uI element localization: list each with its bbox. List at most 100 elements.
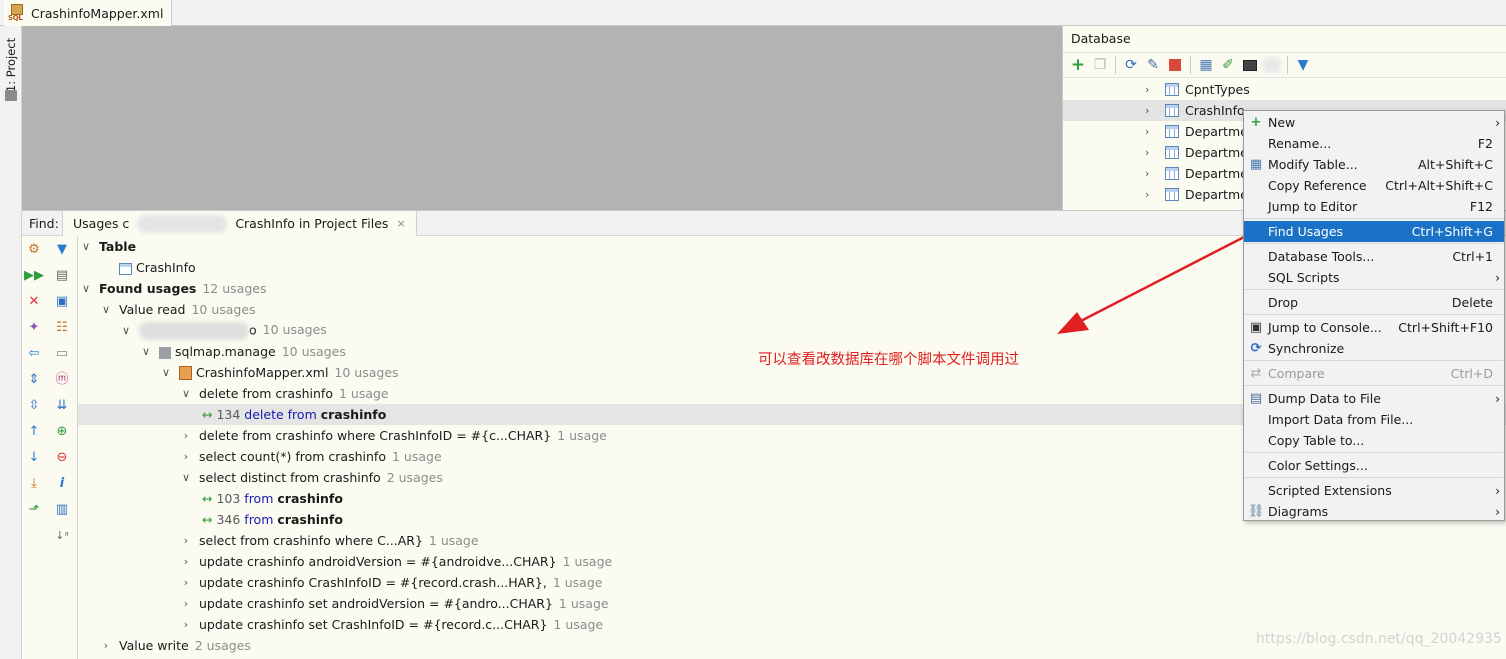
chevron-down-icon[interactable]: ∨	[80, 282, 92, 295]
menu-item-copy-table-to[interactable]: Copy Table to...	[1244, 430, 1504, 451]
menu-item-find-usages[interactable]: Find Usages Ctrl+Shift+G	[1244, 221, 1504, 242]
chevron-right-icon[interactable]: ›	[180, 618, 192, 631]
chevron-right-icon[interactable]: ›	[180, 534, 192, 547]
up-icon[interactable]: ↑	[25, 422, 43, 440]
find-usages-tab[interactable]: Usages c CrashInfo in Project Files ×	[62, 211, 417, 236]
stop-icon[interactable]	[1166, 56, 1184, 74]
expand-next-icon[interactable]: ▶▶	[24, 266, 44, 284]
chevron-right-icon[interactable]: ›	[1145, 125, 1149, 138]
structure-icon[interactable]: ☷	[53, 318, 71, 336]
file-icon[interactable]: ▭	[53, 344, 71, 362]
back-icon[interactable]: ⇦	[25, 344, 43, 362]
menu-item-label: Scripted Extensions	[1268, 483, 1392, 498]
prev-occurrence-icon[interactable]: ⊖	[53, 448, 71, 466]
sql-file-icon: SQL	[8, 4, 26, 22]
group-icon[interactable]: ▤	[53, 266, 71, 284]
tree-node-label: delete from crashinfo where CrashInfoID …	[199, 428, 607, 443]
tree-node[interactable]: › select from crashinfo where C...AR} 1 us…	[78, 530, 1506, 551]
chevron-right-icon[interactable]: ›	[1145, 83, 1149, 96]
menu-item-database-tools[interactable]: Database Tools... Ctrl+1	[1244, 246, 1504, 267]
menu-item-shortcut: Alt+Shift+C	[1417, 157, 1493, 172]
next-occurrence-icon[interactable]: ⊕	[53, 422, 71, 440]
rerun-icon[interactable]: ⚙	[25, 240, 43, 258]
tree-node-label: update crashinfo androidVersion = #{andr…	[199, 554, 612, 569]
chevron-down-icon[interactable]: ∨	[80, 240, 92, 253]
tree-node-label: select count(*) from crashinfo 1 usage	[199, 449, 442, 464]
menu-item-label: Synchronize	[1268, 341, 1345, 356]
line-number: 346	[216, 512, 245, 527]
chevron-right-icon[interactable]: ›	[180, 597, 192, 610]
tree-node[interactable]: › update crashinfo CrashInfoID = #{record…	[78, 572, 1506, 593]
chevron-right-icon[interactable]: ›	[1145, 167, 1149, 180]
tree-node[interactable]: › update crashinfo set androidVersion = #…	[78, 593, 1506, 614]
menu-item-sql-scripts[interactable]: SQL Scripts ›	[1244, 267, 1504, 288]
menu-item-import-data-from-file[interactable]: Import Data from File...	[1244, 409, 1504, 430]
database-table-row[interactable]: › CpntTypes	[1063, 79, 1506, 100]
usage-count: 10 usages	[191, 302, 256, 317]
chevron-right-icon[interactable]: ›	[180, 576, 192, 589]
menu-item-label: Copy Reference	[1268, 178, 1367, 193]
export-icon[interactable]: ⤓	[25, 474, 43, 492]
pin-icon[interactable]: ✦	[25, 318, 43, 336]
chevron-right-icon[interactable]: ›	[180, 450, 192, 463]
menu-item-copy-reference[interactable]: Copy Reference Ctrl+Alt+Shift+C	[1244, 175, 1504, 196]
tree-node-label: update crashinfo CrashInfoID = #{record.…	[199, 575, 602, 590]
chevron-right-icon[interactable]: ›	[1145, 104, 1149, 117]
menu-item-jump-to-editor[interactable]: Jump to Editor F12	[1244, 196, 1504, 217]
node-text: Value write	[119, 638, 189, 653]
menu-item-rename[interactable]: Rename... F2	[1244, 133, 1504, 154]
editor-tab-crashinfomapper[interactable]: SQL CrashinfoMapper.xml	[4, 0, 173, 26]
menu-item-color-settings[interactable]: Color Settings...	[1244, 455, 1504, 476]
import-icon[interactable]: ⇊	[53, 396, 71, 414]
chevron-down-icon[interactable]: ∨	[160, 366, 172, 379]
menu-item-jump-to-console[interactable]: ▣ Jump to Console... Ctrl+Shift+F10	[1244, 317, 1504, 338]
console-icon[interactable]	[1241, 56, 1259, 74]
add-icon[interactable]: +	[1069, 56, 1087, 74]
chevron-right-icon[interactable]: ›	[1145, 146, 1149, 159]
menu-item-synchronize[interactable]: ⟳ Synchronize	[1244, 338, 1504, 359]
menu-item-dump-data-to-file[interactable]: ▤ Dump Data to File ›	[1244, 388, 1504, 409]
info-icon[interactable]: i	[53, 474, 71, 492]
tree-node-label: update crashinfo set androidVersion = #{…	[199, 596, 609, 611]
usage-count: 1 usage	[558, 596, 609, 611]
chevron-down-icon[interactable]: ∨	[180, 387, 192, 400]
method-icon[interactable]: ⓜ	[53, 370, 71, 388]
filter-icon[interactable]: ▼	[1294, 56, 1312, 74]
close-icon[interactable]: ×	[396, 217, 405, 230]
chevron-down-icon[interactable]: ∨	[140, 345, 152, 358]
tree-node-label: Value write 2 usages	[119, 638, 251, 653]
chevron-right-icon[interactable]: ›	[1145, 188, 1149, 201]
expand-all-icon[interactable]: ⇕	[25, 370, 43, 388]
chevron-right-icon[interactable]: ›	[180, 555, 192, 568]
menu-item-drop[interactable]: Drop Delete	[1244, 292, 1504, 313]
collapse-all-icon[interactable]: ⇳	[25, 396, 43, 414]
chevron-down-icon[interactable]: ∨	[100, 303, 112, 316]
menu-item-diagrams[interactable]: ⛓ Diagrams ›	[1244, 501, 1504, 522]
filter-icon[interactable]: ▼	[53, 240, 71, 258]
copy-icon[interactable]: ❐	[1091, 56, 1109, 74]
database-toolbar: + ❐ ⟳ ✎ ▦ ✐ ▼	[1063, 52, 1506, 78]
chevron-right-icon[interactable]: ›	[100, 639, 112, 652]
tree-node-label: sqlmap.manage 10 usages	[159, 344, 346, 359]
chevron-right-icon[interactable]: ›	[180, 429, 192, 442]
table-icon[interactable]: ▦	[1197, 56, 1215, 74]
tree-node[interactable]: › update crashinfo androidVersion = #{and…	[78, 551, 1506, 572]
project-tool-tab[interactable]: 1: Project	[3, 34, 19, 98]
close-icon[interactable]: ✕	[25, 292, 43, 310]
menu-item-scripted-extensions[interactable]: Scripted Extensions ›	[1244, 480, 1504, 501]
sort-icon[interactable]: ↓ᵃ	[53, 526, 71, 544]
dump-icon: ▤	[1249, 391, 1263, 406]
down-icon[interactable]: ↓	[25, 448, 43, 466]
open-icon[interactable]: ⬏	[25, 500, 43, 518]
preview-icon[interactable]: ▥	[53, 500, 71, 518]
properties-icon[interactable]: ✎	[1144, 56, 1162, 74]
node-text: CrashinfoMapper.xml	[196, 364, 329, 380]
refresh-icon[interactable]: ⟳	[1122, 56, 1140, 74]
module-icon[interactable]: ▣	[53, 292, 71, 310]
menu-item-new[interactable]: + New ›	[1244, 112, 1504, 133]
menu-item-modify-table[interactable]: ▦ Modify Table... Alt+Shift+C	[1244, 154, 1504, 175]
chevron-down-icon[interactable]: ∨	[180, 471, 192, 484]
chevron-down-icon[interactable]: ∨	[120, 324, 132, 337]
usage-count: 1 usage	[552, 575, 603, 590]
edit-icon[interactable]: ✐	[1219, 56, 1237, 74]
